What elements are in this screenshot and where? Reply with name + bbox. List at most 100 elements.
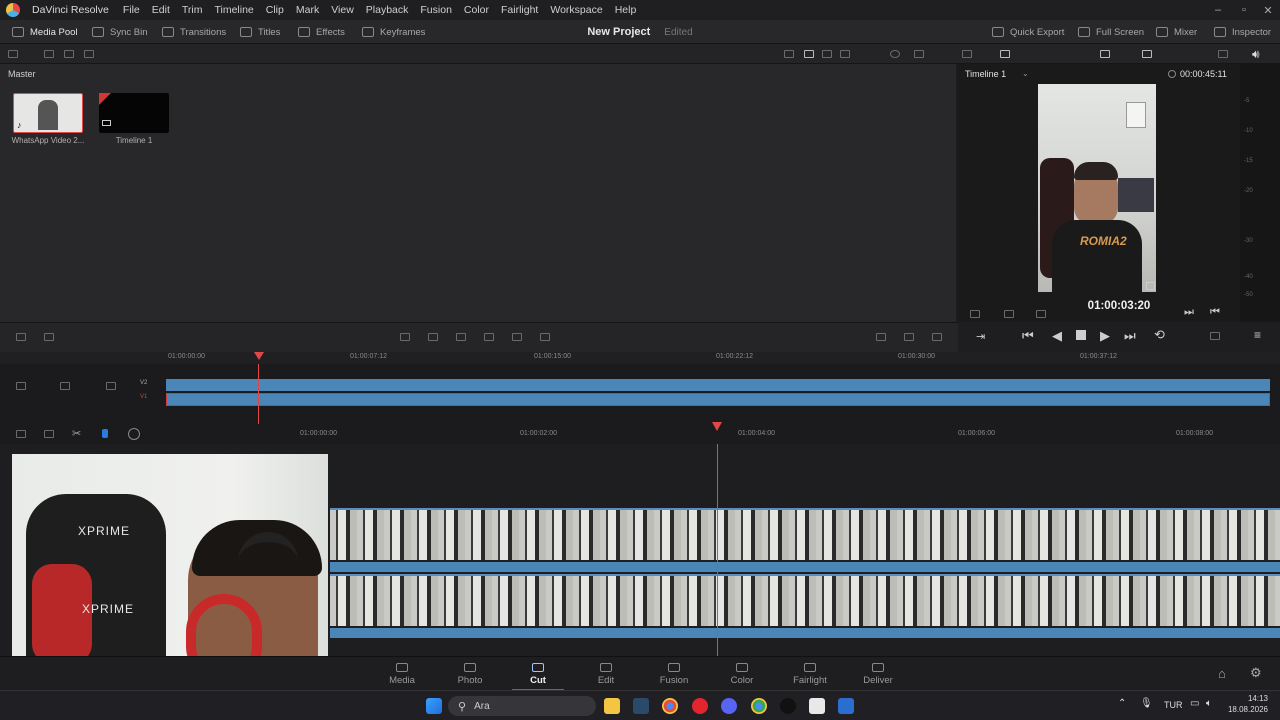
trim-icon[interactable] [16, 430, 26, 438]
media-clip-video[interactable]: ♪ [13, 93, 83, 133]
page-tab-fairlight[interactable]: Fairlight [782, 657, 838, 691]
track-v2-clip[interactable] [166, 379, 1270, 391]
close-icon[interactable]: ✕ [1254, 0, 1280, 20]
chrome-profile-icon[interactable] [751, 698, 767, 714]
page-tab-edit[interactable]: Edit [578, 657, 634, 691]
menu-trim[interactable]: Trim [176, 4, 209, 16]
language-indicator[interactable]: TUR [1164, 700, 1183, 710]
smart-insert-icon[interactable] [400, 333, 410, 341]
source-clip-icon[interactable] [962, 50, 972, 58]
go-to-start-icon[interactable]: ⏮︎ [1210, 306, 1220, 319]
play-reverse-icon[interactable]: ◀︎ [1052, 328, 1062, 344]
metadata-view-icon[interactable] [822, 50, 832, 58]
playhead-marker-icon[interactable] [254, 352, 264, 360]
sync-bin-button[interactable]: Sync Bin [92, 20, 148, 44]
menu-icon[interactable]: ≡ [1254, 328, 1261, 342]
track-v1-clip[interactable] [166, 393, 1270, 406]
marker-icon[interactable] [102, 429, 108, 438]
sort-icon[interactable] [914, 50, 924, 58]
menu-playback[interactable]: Playback [360, 4, 415, 16]
speaker-icon[interactable]: 🔊︎ [1252, 47, 1260, 62]
steam-icon[interactable] [633, 698, 649, 714]
viewer-mode-icon[interactable] [1100, 50, 1110, 58]
page-tab-color[interactable]: Color [714, 657, 770, 691]
file-explorer-icon[interactable] [604, 698, 620, 714]
upper-timeline-ruler[interactable]: 01:00:00:00 01:00:07:12 01:00:15:00 01:0… [0, 352, 1280, 364]
panel-toggle-icon[interactable] [8, 50, 18, 58]
menu-workspace[interactable]: Workspace [544, 4, 608, 16]
menu-view[interactable]: View [325, 4, 360, 16]
append-icon[interactable] [428, 333, 438, 341]
chrome-icon[interactable] [662, 698, 678, 714]
stop-icon[interactable] [1076, 330, 1086, 340]
media-pool-button[interactable]: Media Pool [12, 20, 78, 44]
import-media-icon[interactable] [44, 50, 54, 58]
video-clip-v2[interactable] [330, 508, 1280, 560]
link-icon[interactable] [44, 333, 54, 341]
lower-playhead[interactable] [717, 444, 718, 656]
thumbnail-view-icon[interactable] [804, 50, 814, 58]
menu-color[interactable]: Color [458, 4, 495, 16]
app-window-icon[interactable] [838, 698, 854, 714]
dissolve-icon[interactable] [904, 333, 914, 341]
network-icon[interactable]: ▭ [1190, 698, 1199, 709]
place-on-top-icon[interactable] [512, 333, 522, 341]
volume-icon[interactable]: 🔈︎ [1206, 698, 1212, 709]
viewer-frame[interactable]: ROMIA2 [1038, 84, 1156, 292]
microphone-icon[interactable]: 🎙︎ [1140, 698, 1153, 709]
discord-icon[interactable] [721, 698, 737, 714]
taskbar-time[interactable]: 14:13 [1226, 694, 1268, 703]
play-icon[interactable]: ▶︎ [1100, 328, 1110, 344]
import-folder-icon[interactable] [64, 50, 74, 58]
source-overwrite-icon[interactable] [540, 333, 550, 341]
search-icon[interactable] [890, 50, 900, 58]
menu-clip[interactable]: Clip [260, 4, 290, 16]
inspector-button[interactable]: Inspector [1214, 20, 1271, 44]
loop-icon[interactable]: ⟲ [1154, 327, 1165, 343]
menu-fairlight[interactable]: Fairlight [495, 4, 544, 16]
keyframes-button[interactable]: Keyframes [362, 20, 425, 44]
color-picker-icon[interactable] [1218, 50, 1228, 58]
go-to-end-icon[interactable]: ⏭︎ [1184, 306, 1194, 319]
page-tab-cut[interactable]: Cut [510, 657, 566, 691]
home-icon[interactable]: ⌂ [1218, 666, 1226, 681]
video-clip-v1[interactable] [330, 574, 1280, 626]
zoom-icon[interactable] [128, 428, 140, 440]
davinci-resolve-taskbar-icon[interactable] [780, 698, 796, 714]
track-display-icon[interactable] [106, 382, 116, 390]
audio-clip-a1[interactable] [330, 628, 1280, 638]
menu-mark[interactable]: Mark [290, 4, 325, 16]
upper-playhead[interactable] [258, 364, 259, 424]
taskbar-date[interactable]: 18.08.2026 [1222, 705, 1268, 714]
playhead-marker-icon[interactable] [712, 422, 722, 431]
page-tab-deliver[interactable]: Deliver [850, 657, 906, 691]
messaging-app-icon[interactable] [809, 698, 825, 714]
audio-clip-a2[interactable] [330, 562, 1280, 572]
lower-timeline-ruler[interactable]: 01:00:00:00 01:00:02:00 01:00:04:00 01:0… [160, 422, 1280, 444]
import-cloud-icon[interactable] [84, 50, 94, 58]
minimize-icon[interactable]: – [1204, 0, 1232, 20]
list-view-icon[interactable] [840, 50, 850, 58]
effects-button[interactable]: Effects [298, 20, 345, 44]
viewer-timeline-name[interactable]: Timeline 1 [965, 69, 1006, 79]
safe-area-icon[interactable] [1142, 50, 1152, 58]
transitions-button[interactable]: Transitions [162, 20, 226, 44]
fast-review-icon[interactable]: ⇥ [976, 330, 985, 343]
close-up-icon[interactable] [484, 333, 494, 341]
skip-back-icon[interactable]: ⏮︎ [1022, 328, 1034, 344]
gear-icon[interactable]: ⚙︎ [1250, 665, 1262, 681]
media-clip-timeline[interactable] [99, 93, 169, 133]
track-lock-icon[interactable] [16, 382, 26, 390]
skip-forward-icon[interactable]: ⏭︎ [1124, 328, 1136, 344]
timeline-view-icon[interactable] [1000, 50, 1010, 58]
full-screen-button[interactable]: Full Screen [1078, 20, 1144, 44]
tray-chevron-icon[interactable]: ⌃ [1118, 698, 1126, 709]
menu-edit[interactable]: Edit [146, 4, 176, 16]
strip-view-icon[interactable] [784, 50, 794, 58]
opera-icon[interactable] [692, 698, 708, 714]
titles-button[interactable]: Titles [240, 20, 280, 44]
page-tab-photo[interactable]: Photo [442, 657, 498, 691]
quick-export-button[interactable]: Quick Export [992, 20, 1064, 44]
ripple-overwrite-icon[interactable] [456, 333, 466, 341]
chevron-down-icon[interactable]: ⌄ [1022, 69, 1029, 78]
